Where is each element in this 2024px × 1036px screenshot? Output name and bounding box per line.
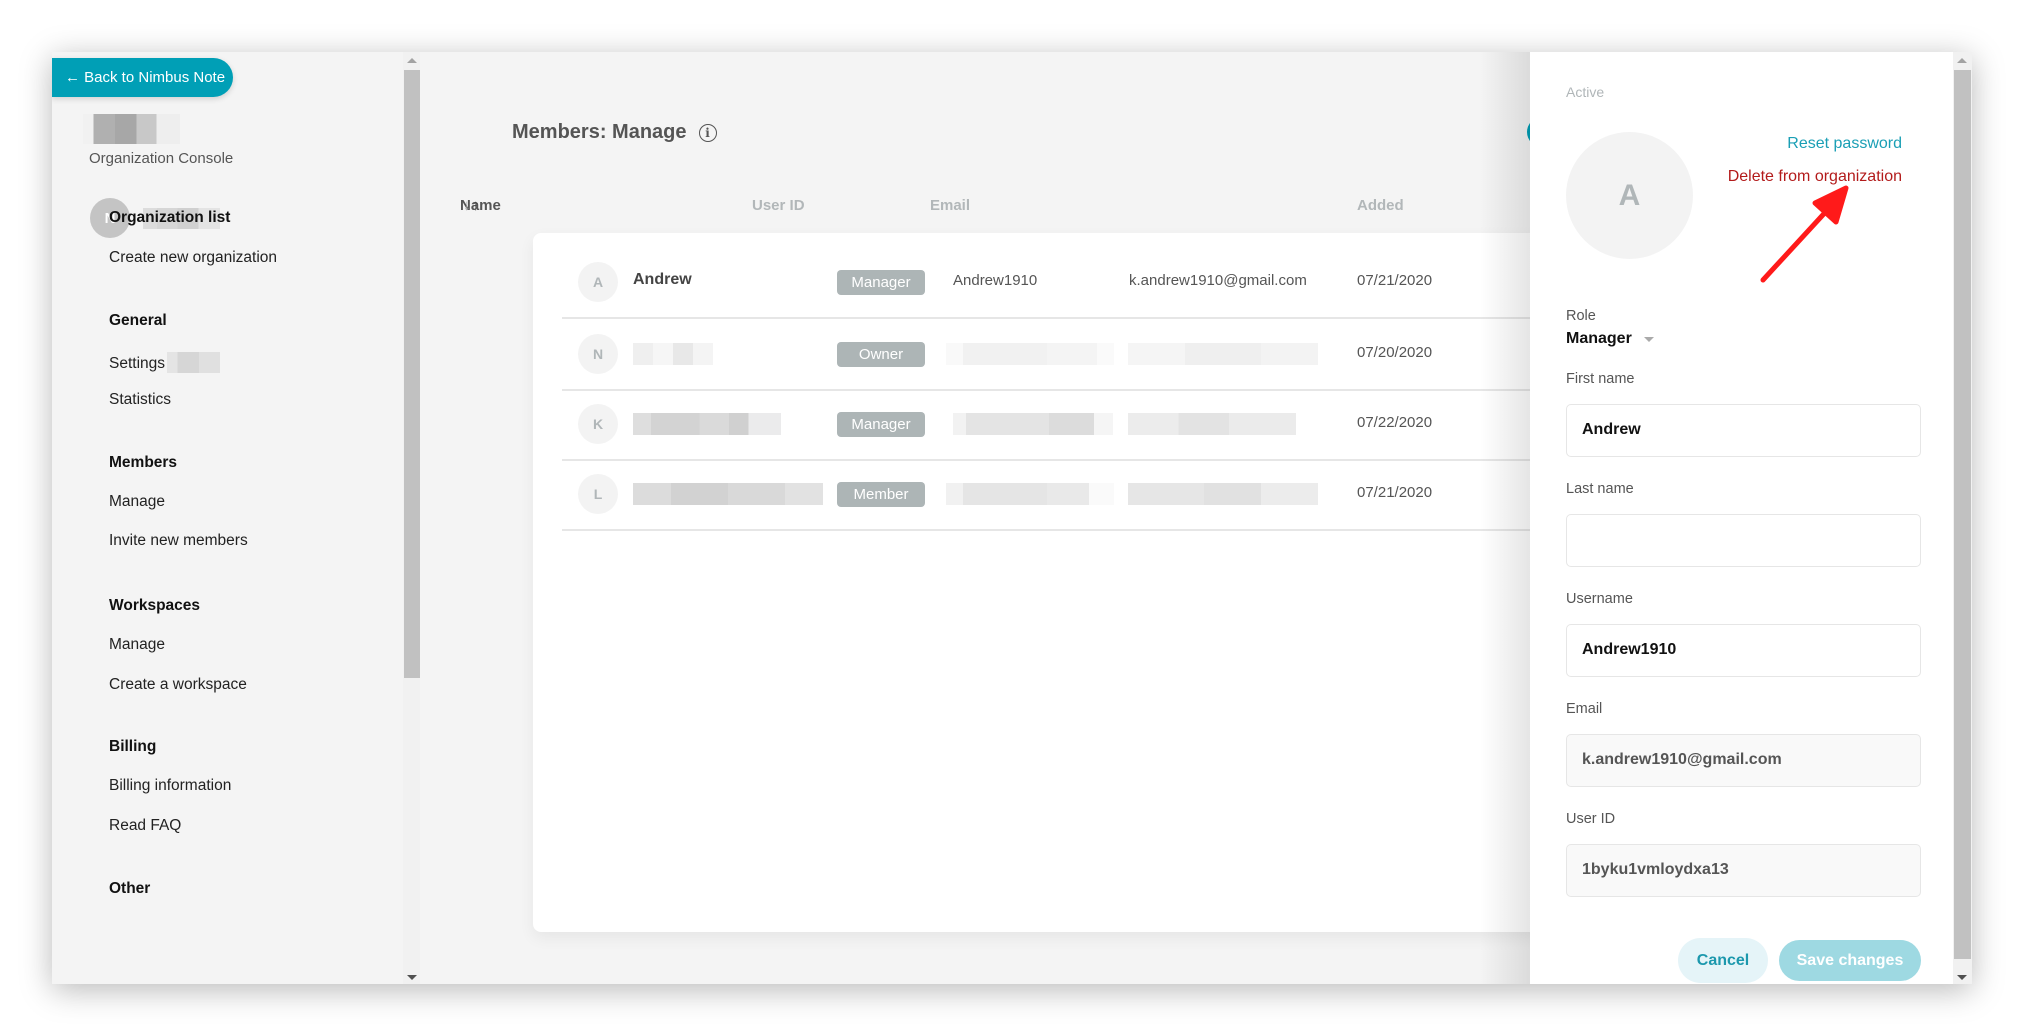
member-name-redacted <box>633 413 781 435</box>
table-header: Name ↑ ↓ User ID Email Added Status <box>420 197 1581 225</box>
info-icon[interactable]: i <box>698 123 717 142</box>
scroll-down-arrow-icon[interactable] <box>407 975 417 980</box>
nav-item-billing-information[interactable]: Billing information <box>109 777 231 795</box>
username-label: Username <box>1566 591 1633 607</box>
app-window: ← Back to Nimbus Note Organization Conso… <box>52 52 1972 984</box>
save-changes-button[interactable]: Save changes <box>1779 940 1921 981</box>
scrollbar-thumb[interactable] <box>404 70 420 678</box>
role-label: Role <box>1566 308 1596 324</box>
page-title: Members: Manage i <box>512 121 717 144</box>
organization-logo-redacted <box>83 114 180 144</box>
role-badge: Member <box>837 482 925 507</box>
role-badge: Owner <box>837 342 925 367</box>
nav-item-workspaces-manage[interactable]: Manage <box>109 636 165 654</box>
panel-scrollbar[interactable] <box>1953 52 1972 984</box>
role-dropdown-value: Manager <box>1566 330 1632 347</box>
last-name-label: Last name <box>1566 481 1634 497</box>
main-content: Members: Manage i Name ↑ ↓ User ID Email… <box>420 52 1662 984</box>
column-header-added: Added <box>1357 197 1404 214</box>
nav-item-read-faq[interactable]: Read FAQ <box>109 817 181 835</box>
last-name-field[interactable] <box>1566 514 1921 567</box>
member-avatar: K <box>578 404 618 444</box>
column-header-user-id: User ID <box>752 197 805 214</box>
username-field[interactable]: Andrew1910 <box>1566 624 1921 677</box>
role-badge: Manager <box>837 270 925 295</box>
member-added-date: 07/21/2020 <box>1357 484 1433 501</box>
scrollbar-thumb[interactable] <box>1954 70 1971 959</box>
member-email: k.andrew1910@gmail.com <box>1129 272 1307 289</box>
page-title-text: Members: Manage <box>512 121 687 143</box>
members-table: A Andrew Manager Andrew1910 k.andrew1910… <box>533 233 1662 932</box>
organization-console-label: Organization Console <box>89 150 234 167</box>
member-email-redacted <box>1128 483 1318 505</box>
nav-item-create-new-organization[interactable]: Create new organization <box>109 249 277 267</box>
column-header-email: Email <box>930 197 971 214</box>
member-user-id-redacted <box>946 343 1114 365</box>
member-email-redacted <box>1128 413 1296 435</box>
email-label: Email <box>1566 701 1603 717</box>
nav-heading-organization-list[interactable]: Organization list <box>109 209 230 227</box>
member-avatar: N <box>578 334 618 374</box>
member-added-date: 07/21/2020 <box>1357 272 1433 289</box>
user-id-label: User ID <box>1566 811 1616 827</box>
table-row[interactable]: L Member 07/21/2020 Active <box>562 459 1662 531</box>
first-name-field[interactable]: Andrew <box>1566 404 1921 457</box>
cancel-button[interactable]: Cancel <box>1678 938 1768 983</box>
email-field[interactable]: k.andrew1910@gmail.com <box>1566 734 1921 787</box>
scroll-up-arrow-icon[interactable] <box>407 58 417 63</box>
nav-item-members-manage[interactable]: Manage <box>109 493 165 511</box>
chevron-down-icon <box>1643 336 1654 342</box>
member-name: Andrew <box>633 271 692 288</box>
role-dropdown[interactable]: Manager <box>1566 330 1654 348</box>
member-avatar-large: A <box>1566 132 1693 259</box>
member-user-id: Andrew1910 <box>953 272 1038 289</box>
member-name-redacted <box>633 483 823 505</box>
sort-descending-icon[interactable]: ↓ <box>463 197 471 214</box>
user-id-field[interactable]: 1byku1vmloydxa13 <box>1566 844 1921 897</box>
member-user-id-redacted <box>953 413 1113 435</box>
member-detail-panel: Active A Reset password Delete from orga… <box>1530 52 1953 984</box>
nav-item-statistics[interactable]: Statistics <box>109 391 171 409</box>
member-avatar: A <box>578 262 618 302</box>
nav-heading-workspaces: Workspaces <box>109 597 201 614</box>
member-added-date: 07/20/2020 <box>1357 344 1433 361</box>
nav-heading-billing: Billing <box>109 738 157 755</box>
nav-heading-general: General <box>109 312 167 329</box>
nav-item-settings[interactable]: Settings <box>109 352 221 373</box>
back-to-nimbus-note-button[interactable]: ← Back to Nimbus Note <box>52 58 233 97</box>
table-row[interactable]: K Manager 07/22/2020 Active <box>562 389 1662 461</box>
nav-item-invite-new-members[interactable]: Invite new members <box>109 532 248 550</box>
first-name-label: First name <box>1566 371 1635 387</box>
nav-item-create-workspace[interactable]: Create a workspace <box>109 676 247 694</box>
member-status-label: Active <box>1566 84 1605 100</box>
member-avatar: L <box>578 474 618 514</box>
reset-password-link[interactable]: Reset password <box>1787 135 1902 153</box>
nav-heading-members: Members <box>109 454 178 471</box>
nav-item-settings-label: Settings <box>109 355 166 372</box>
member-name-redacted <box>633 343 713 365</box>
sidebar-scrollbar[interactable] <box>403 52 420 984</box>
sidebar: ← Back to Nimbus Note Organization Conso… <box>52 52 420 984</box>
sort-ascending-icon[interactable]: ↑ <box>472 197 480 214</box>
scroll-down-arrow-icon[interactable] <box>1957 975 1967 980</box>
table-row[interactable]: N Owner 07/20/2020 Active <box>562 319 1662 391</box>
redacted-text <box>167 352 221 373</box>
scroll-up-arrow-icon[interactable] <box>1957 58 1967 63</box>
member-email-redacted <box>1128 343 1318 365</box>
table-row[interactable]: A Andrew Manager Andrew1910 k.andrew1910… <box>562 247 1662 319</box>
delete-from-organization-link[interactable]: Delete from organization <box>1728 168 1902 186</box>
member-added-date: 07/22/2020 <box>1357 414 1433 431</box>
member-user-id-redacted <box>946 483 1114 505</box>
nav-heading-other: Other <box>109 880 151 897</box>
role-badge: Manager <box>837 412 925 437</box>
